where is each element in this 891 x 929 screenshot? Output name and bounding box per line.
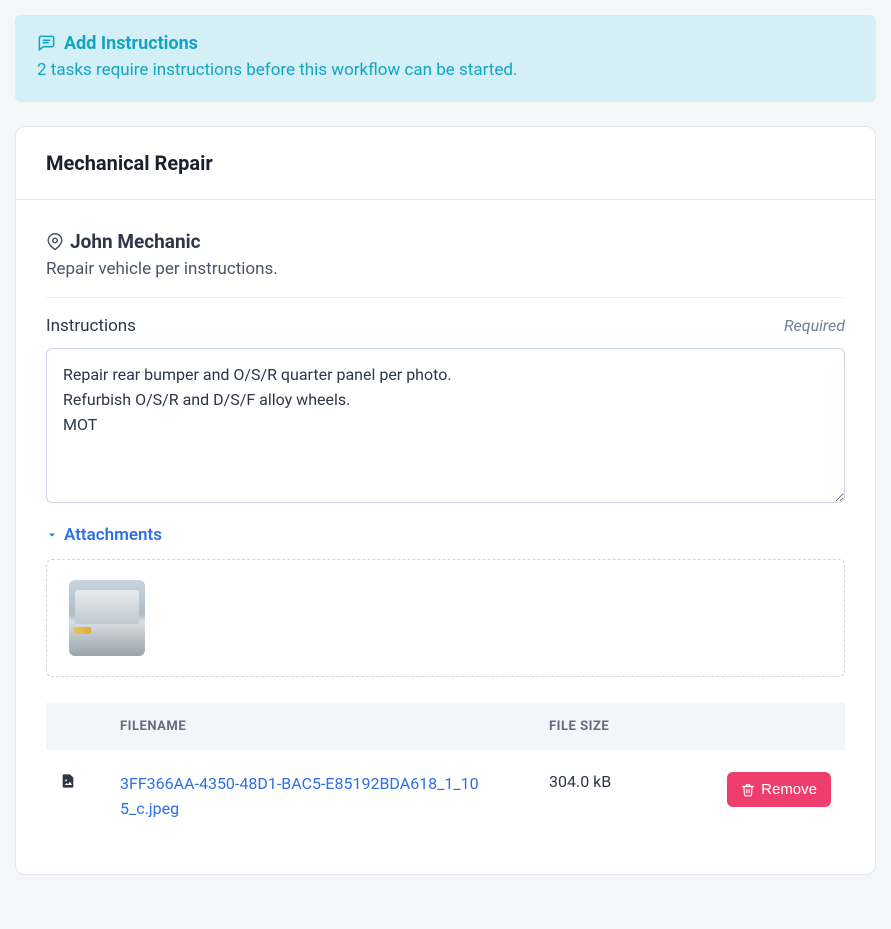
col-actions [705,703,845,750]
col-icon [46,703,106,750]
message-icon [37,34,56,53]
attachment-thumbnail[interactable] [69,580,145,656]
assignee-row: John Mechanic [46,230,845,253]
banner-subtitle: 2 tasks require instructions before this… [37,60,854,80]
col-filename: FILENAME [106,703,535,750]
files-table: FILENAME FILE SIZE [46,703,845,844]
file-link[interactable]: 3FF366AA-4350-48D1-BAC5-E85192BDA618_1_1… [120,772,480,822]
instructions-label-row: Instructions Required [46,316,845,336]
trash-icon [741,783,755,797]
card-header: Mechanical Repair [16,127,875,200]
caret-down-icon [46,529,58,541]
image-file-icon [60,772,76,790]
instructions-banner: Add Instructions 2 tasks require instruc… [15,15,876,102]
banner-title[interactable]: Add Instructions [64,33,198,54]
instructions-label: Instructions [46,316,136,336]
attachments-dropzone[interactable] [46,559,845,677]
instructions-required: Required [784,316,845,335]
table-row: 3FF366AA-4350-48D1-BAC5-E85192BDA618_1_1… [46,750,845,844]
col-filesize: FILE SIZE [535,703,705,750]
task-card: Mechanical Repair John Mechanic Repair v… [15,126,876,875]
remove-label: Remove [761,781,817,798]
task-description: Repair vehicle per instructions. [46,259,845,279]
attachments-label: Attachments [64,525,162,545]
pin-icon [46,233,64,251]
instructions-input[interactable] [46,348,845,503]
attachments-toggle[interactable]: Attachments [46,525,845,545]
banner-title-row: Add Instructions [37,33,854,54]
divider [46,297,845,298]
assignee-name: John Mechanic [70,230,201,253]
card-title: Mechanical Repair [46,151,845,175]
remove-button[interactable]: Remove [727,772,831,807]
file-size: 304.0 kB [535,750,705,844]
